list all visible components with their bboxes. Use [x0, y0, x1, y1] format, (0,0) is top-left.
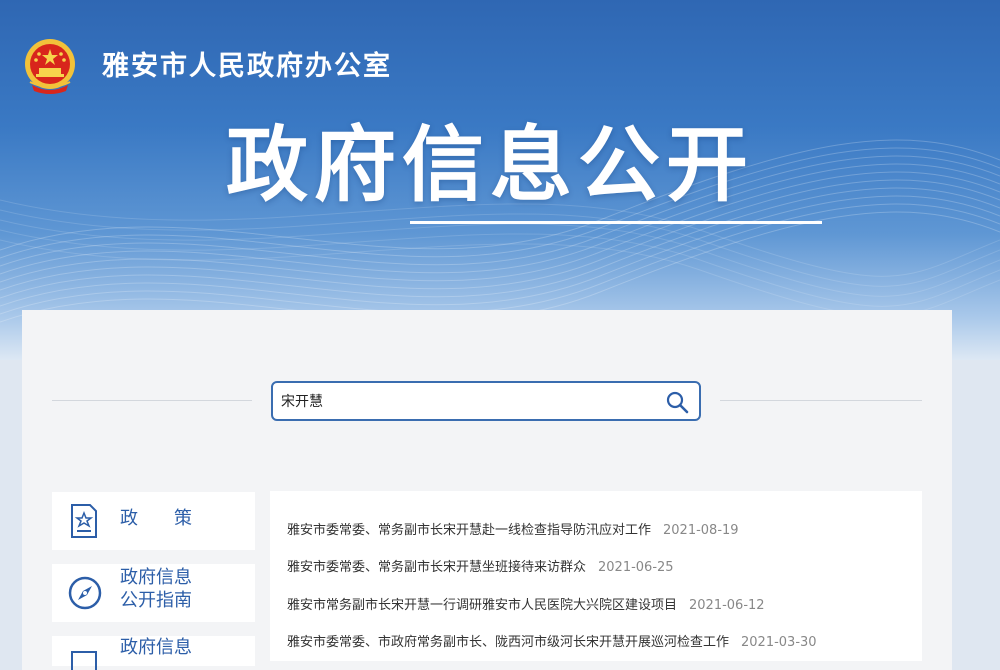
- sidebar-item-guide[interactable]: 政府信息 公开指南: [52, 564, 255, 622]
- header-banner: 雅安市人民政府办公室 政府信息公开: [0, 0, 1000, 360]
- news-list: 雅安市委常委、常务副市长宋开慧赴一线检查指导防汛应对工作 2021-08-19 雅…: [270, 491, 922, 661]
- sidebar-item-info[interactable]: 政府信息: [52, 636, 255, 670]
- document-star-icon: [71, 504, 97, 538]
- news-title[interactable]: 雅安市委常委、常务副市长宋开慧坐班接待来访群众: [287, 560, 586, 575]
- list-item[interactable]: 雅安市委常委、常务副市长宋开慧赴一线检查指导防汛应对工作 2021-08-19: [287, 519, 739, 538]
- list-item[interactable]: 雅安市常务副市长宋开慧一行调研雅安市人民医院大兴院区建设项目 2021-06-12: [287, 594, 765, 613]
- search-divider-right: [720, 400, 922, 401]
- sidebar-item-label: 政 策: [120, 508, 192, 529]
- news-title[interactable]: 雅安市常务副市长宋开慧一行调研雅安市人民医院大兴院区建设项目: [287, 598, 677, 613]
- sidebar-item-label-line1: 政府信息: [120, 637, 192, 658]
- search-input[interactable]: [281, 390, 651, 412]
- list-item[interactable]: 雅安市委常委、市政府常务副市长、陇西河市级河长宋开慧开展巡河检查工作 2021-0…: [287, 631, 817, 650]
- news-title[interactable]: 雅安市委常委、常务副市长宋开慧赴一线检查指导防汛应对工作: [287, 523, 651, 538]
- title-underline: [410, 221, 822, 224]
- search-box: [271, 381, 701, 421]
- page-title: 政府信息公开: [226, 118, 755, 213]
- sidebar-item-policy[interactable]: 政 策: [52, 492, 255, 550]
- sidebar-item-label-line1: 政府信息: [120, 567, 192, 588]
- list-item[interactable]: 雅安市委常委、常务副市长宋开慧坐班接待来访群众 2021-06-25: [287, 556, 674, 575]
- org-name: 雅安市人民政府办公室: [102, 51, 392, 82]
- search-icon[interactable]: [665, 390, 689, 414]
- search-divider-left: [52, 400, 252, 401]
- document-icon: [71, 651, 97, 670]
- news-date: 2021-08-19: [663, 523, 739, 538]
- news-date: 2021-06-12: [689, 598, 765, 613]
- national-emblem-icon: [25, 39, 75, 94]
- compass-icon: [68, 576, 102, 610]
- news-date: 2021-06-25: [598, 560, 674, 575]
- sidebar-item-label-line2: 公开指南: [120, 590, 192, 611]
- news-date: 2021-03-30: [741, 635, 817, 650]
- news-title[interactable]: 雅安市委常委、市政府常务副市长、陇西河市级河长宋开慧开展巡河检查工作: [287, 635, 729, 650]
